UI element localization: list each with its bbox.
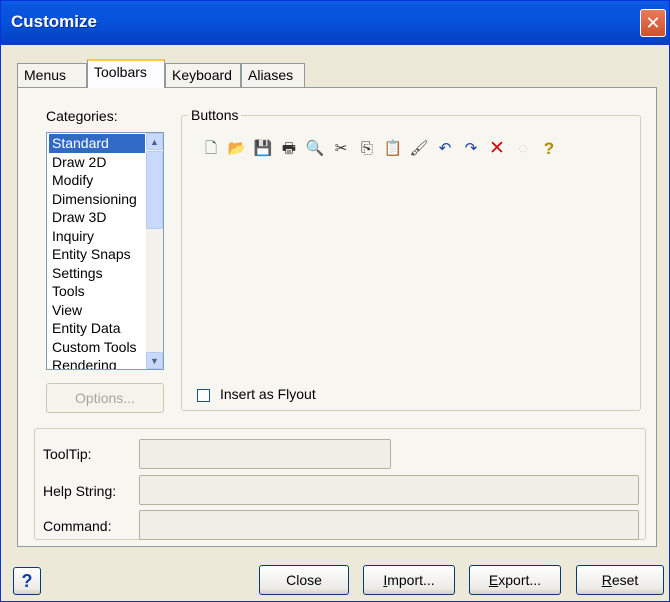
category-item[interactable]: Modify xyxy=(49,171,145,190)
redo-icon[interactable]: ↷ xyxy=(460,138,482,160)
categories-label: Categories: xyxy=(46,108,118,124)
buttons-group: Buttons 🗋 📂 💾 🖶 🔍 ✂ ⎘ 📋 🖌 ↶ ↷ ✕ ◌? Insert as Flyout xyxy=(181,107,641,411)
import-button[interactable]: Import... xyxy=(363,565,455,595)
category-item[interactable]: Inquiry xyxy=(49,227,145,246)
buttons-legend: Buttons xyxy=(188,107,242,123)
categories-list: Standard Draw 2D Modify Dimensioning Draw 3D… xyxy=(49,134,145,369)
title-bar[interactable]: Customize ✕ xyxy=(1,1,669,45)
category-item[interactable]: Custom Tools xyxy=(49,338,145,357)
print-preview-icon[interactable]: 🔍 xyxy=(304,138,326,160)
category-item[interactable]: Entity Data xyxy=(49,319,145,338)
tooltip-label: ToolTip: xyxy=(43,446,92,462)
category-item[interactable]: Entity Snaps xyxy=(49,245,145,264)
reset-button[interactable]: Reset xyxy=(576,565,664,595)
help-string-label: Help String: xyxy=(43,483,117,499)
reset-label: Reset xyxy=(601,572,639,588)
close-button[interactable]: Close xyxy=(259,565,349,595)
match-properties-icon[interactable]: 🖌 xyxy=(408,138,430,160)
scroll-thumb[interactable] xyxy=(146,151,163,229)
tooltip-field[interactable] xyxy=(139,439,391,469)
customize-dialog: Customize ✕ Menus Toolbars Keyboard Alia… xyxy=(0,0,670,602)
tab-toolbars[interactable]: Toolbars xyxy=(87,59,165,88)
disabled-tool-icon[interactable]: ◌ xyxy=(512,138,534,160)
undo-icon[interactable]: ↶ xyxy=(434,138,456,160)
category-item[interactable]: Settings xyxy=(49,264,145,283)
toolbars-panel: Categories: Standard Draw 2D Modify Dimensi… xyxy=(17,87,657,547)
categories-listbox[interactable]: Standard Draw 2D Modify Dimensioning Draw 3D… xyxy=(46,132,164,370)
scroll-up-icon[interactable]: ▲ xyxy=(146,133,163,150)
cut-icon[interactable]: ✂ xyxy=(330,138,352,160)
options-button[interactable]: Options... xyxy=(46,383,164,413)
category-item[interactable]: View xyxy=(49,301,145,320)
save-icon[interactable]: 💾 xyxy=(252,138,274,160)
export-label: Export... xyxy=(488,572,542,588)
dialog-title: Customize xyxy=(11,12,97,31)
category-item[interactable]: Draw 2D xyxy=(49,153,145,172)
category-item[interactable]: Standard xyxy=(49,134,145,153)
help-button[interactable]: ? xyxy=(13,567,41,595)
scroll-down-icon[interactable]: ▼ xyxy=(146,352,163,369)
print-icon[interactable]: 🖶 xyxy=(278,138,300,160)
category-item[interactable]: Rendering xyxy=(49,356,145,369)
tab-keyboard[interactable]: Keyboard xyxy=(165,63,241,87)
insert-flyout-label: Insert as Flyout xyxy=(220,386,316,402)
insert-flyout-checkbox[interactable] xyxy=(197,389,210,402)
command-field[interactable] xyxy=(139,510,639,540)
close-icon[interactable]: ✕ xyxy=(640,9,666,37)
category-item[interactable]: Draw 3D xyxy=(49,208,145,227)
import-label: Import... xyxy=(383,572,435,588)
command-label: Command: xyxy=(43,518,112,534)
category-item[interactable]: Dimensioning xyxy=(49,190,145,209)
category-item[interactable]: Tools xyxy=(49,282,145,301)
export-button[interactable]: Export... xyxy=(469,565,561,595)
tab-aliases[interactable]: Aliases xyxy=(241,63,305,87)
copy-icon[interactable]: ⎘ xyxy=(356,138,378,160)
toolbar-buttons: 🗋 📂 💾 🖶 🔍 ✂ ⎘ 📋 🖌 ↶ ↷ ✕ ◌? xyxy=(200,138,640,160)
properties-group: ToolTip: Help String: Command: xyxy=(34,428,646,540)
open-folder-icon[interactable]: 📂 xyxy=(226,138,248,160)
tab-menus[interactable]: Menus xyxy=(17,63,87,87)
delete-icon[interactable]: ✕ xyxy=(486,138,508,160)
categories-scrollbar[interactable]: ▲ ▼ xyxy=(146,133,163,369)
new-icon[interactable]: 🗋 xyxy=(200,138,222,160)
help-string-field[interactable] xyxy=(139,475,639,505)
help-icon[interactable]: ? xyxy=(538,138,560,160)
close-button-label: Close xyxy=(286,572,322,588)
paste-icon[interactable]: 📋 xyxy=(382,138,404,160)
